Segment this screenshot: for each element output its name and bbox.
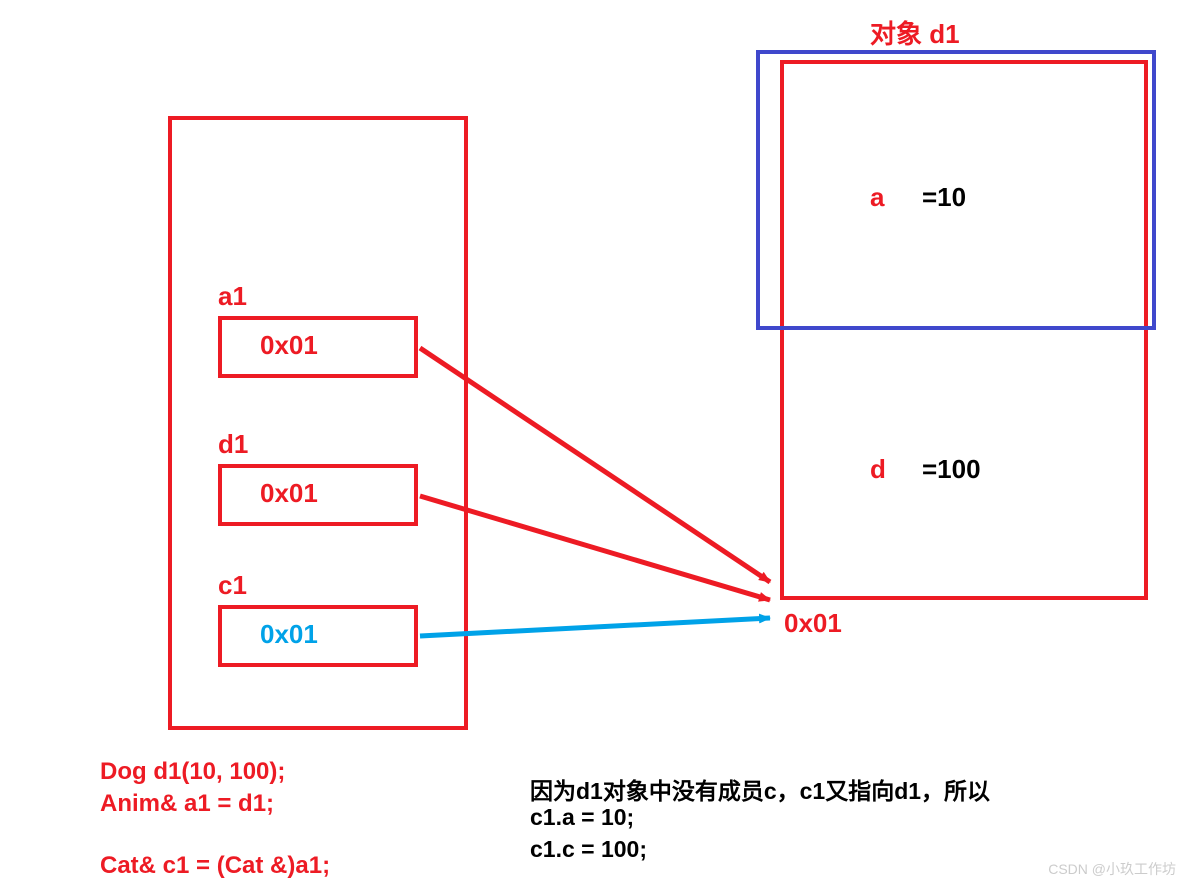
code-line3: Cat& c1 = (Cat &)a1; [100,852,330,880]
explain-line2: c1.a = 10; [530,804,634,831]
code-line2: Anim& a1 = d1; [100,790,274,818]
arrows-layer [0,0,1194,889]
watermark: CSDN @小玖工作坊 [1048,859,1176,879]
code-line1: Dog d1(10, 100); [100,758,285,786]
explain-line1: 因为d1对象中没有成员c，c1又指向d1，所以 [530,772,990,806]
arrow-c1 [420,618,770,636]
explain-line3: c1.c = 100; [530,836,647,863]
